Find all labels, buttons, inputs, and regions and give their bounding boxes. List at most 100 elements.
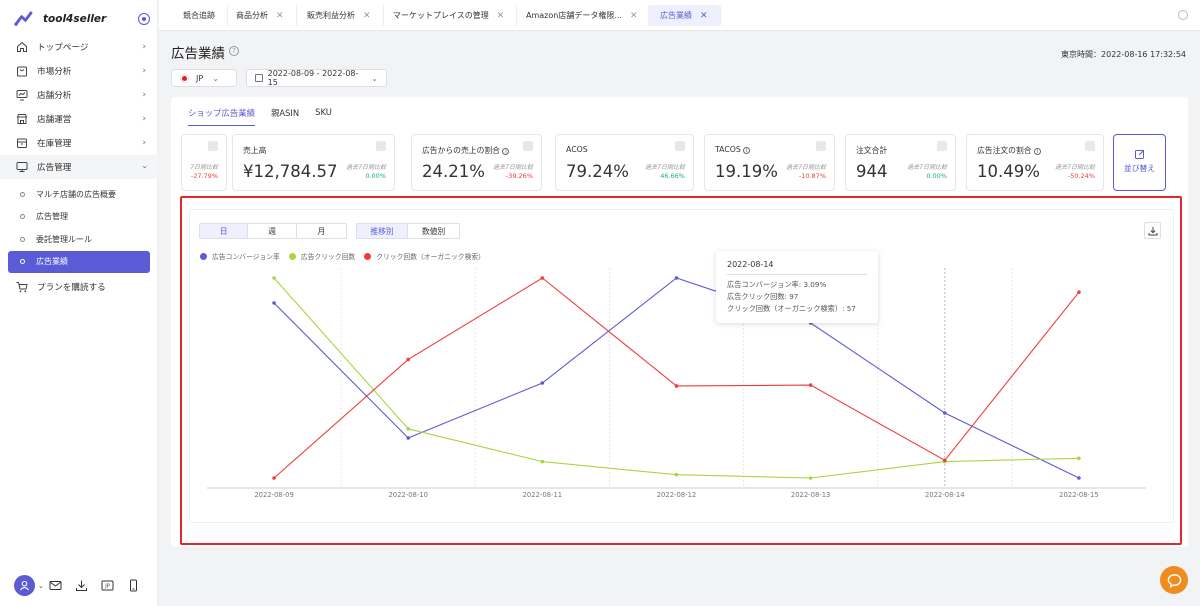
checkbox[interactable] [208, 141, 218, 151]
tab-label: 広告業績 [660, 11, 692, 20]
close-icon[interactable]: ✕ [630, 11, 638, 21]
jp-icon[interactable]: JP [101, 579, 114, 592]
tab-competitor[interactable]: 競合追跡 [171, 5, 228, 26]
chevron-right-icon: › [142, 66, 146, 76]
tab-sales-profit[interactable]: 販売利益分析 ✕ [295, 5, 384, 26]
sidebar-subitem-label: マルチ店舗の広告概要 [36, 189, 116, 199]
tab-label: 競合追跡 [183, 11, 215, 20]
avatar[interactable] [14, 575, 35, 596]
line-chart: 2022-08-09 2022-08-10 2022-08-11 2022-08-12… [207, 268, 1146, 499]
tab-shop[interactable]: ショップ広告業績 [188, 107, 255, 126]
tab-bar: 競合追跡 商品分析 ✕ 販売利益分析 ✕ マーケットプレイスの管理 ✕ Amazon店… [159, 0, 1200, 31]
sidebar-item-inventory[interactable]: 在庫管理 › [0, 131, 158, 155]
tab-product-analysis[interactable]: 商品分析 ✕ [224, 5, 297, 26]
sidebar-item-store-ops[interactable]: 店舗運営 › [0, 107, 158, 131]
date-range-picker[interactable]: 2022-08-09 - 2022-08-15 ⌄ [246, 69, 387, 87]
tab-label: マーケットプレイスの管理 [393, 11, 489, 20]
marketplace-select[interactable]: JP ⌄ [171, 69, 237, 87]
sidebar-subitem-rules[interactable]: 委託管理ルール [0, 228, 158, 251]
data-point [942, 458, 947, 463]
sidebar-item-label: 広告管理 [37, 163, 72, 173]
kpi-label: 広告からの売上の割合 i [422, 145, 510, 156]
chevron-down-icon[interactable]: ⌄ [38, 582, 44, 590]
series-line [273, 277, 1080, 479]
mobile-icon[interactable] [127, 579, 140, 592]
checkbox[interactable] [675, 141, 685, 151]
data-point [808, 383, 813, 387]
tab-marketplace[interactable]: マーケットプレイスの管理 ✕ [381, 5, 518, 26]
logo-icon [14, 11, 33, 26]
kpi-compare-label: 過去7日間比較 [907, 164, 947, 171]
data-point [942, 411, 947, 415]
chevron-right-icon: › [142, 114, 146, 124]
tab-ad-performance[interactable]: 広告業績 ✕ [648, 5, 721, 26]
mail-icon[interactable] [49, 579, 62, 592]
kpi-compare-value: -50.24% [1067, 172, 1095, 180]
kpi-card-ad-sales-ratio[interactable]: 広告からの売上の割合 i 24.21% 過去7日間比較 -39.26% [411, 134, 542, 191]
data-point [272, 476, 276, 480]
info-icon[interactable]: i [1034, 147, 1042, 155]
chevron-down-icon: › [139, 165, 150, 169]
logo[interactable]: tool4seller [14, 11, 106, 26]
sidebar-item-ads[interactable]: 広告管理 › [0, 155, 158, 179]
sidebar-item-label: 店舗分析 [37, 91, 72, 101]
sidebar: tool4seller トップページ › 市場分析 › 店舗分析 › 店舗運営 … [0, 0, 158, 606]
kpi-card-sales[interactable]: 売上高 ¥12,784.57 過去7日間比較 0.00% [232, 134, 395, 191]
bag-icon [16, 65, 28, 77]
close-icon[interactable]: ✕ [497, 11, 505, 21]
close-icon[interactable]: ✕ [363, 11, 371, 21]
kpi-card-total-orders[interactable]: 注文合計 944 過去7日間比較 0.00% [845, 134, 956, 191]
kpi-label: ACOS [566, 145, 588, 154]
download-icon[interactable] [75, 579, 88, 592]
kpi-value: ¥12,784.57 [243, 162, 338, 181]
page-title: 広告業績 [171, 46, 225, 62]
chart-card: 日 週 月 推移別 数値別 広告コンバージョン率 広告クリック回数 クリック回数… [189, 209, 1174, 523]
close-icon[interactable]: ✕ [700, 11, 708, 21]
checkbox[interactable] [1085, 141, 1095, 151]
kpi-value: 79.24% [566, 162, 629, 181]
kpi-compare-value: -27.79% [190, 172, 218, 180]
tab-amazon-permission[interactable]: Amazon店舗データ権限... ✕ [514, 5, 651, 26]
kpi-compare-value: 0.00% [926, 172, 947, 180]
checkbox[interactable] [816, 141, 826, 151]
sidebar-toggle-icon[interactable] [138, 13, 150, 25]
sidebar-subitem-ad-performance[interactable]: 広告業績 [8, 250, 150, 273]
sidebar-item-store-analysis[interactable]: 店舗分析 › [0, 83, 158, 107]
close-icon[interactable]: ✕ [276, 11, 284, 21]
sidebar-item-market[interactable]: 市場分析 › [0, 59, 158, 83]
sidebar-subitem-multi-store[interactable]: マルチ店舗の広告概要 [0, 183, 158, 206]
tab-parent-asin[interactable]: 親ASIN [271, 107, 299, 126]
kpi-card-ad-order-ratio[interactable]: 広告注文の割合 i 10.49% 過去7日間比較 -50.24% [966, 134, 1104, 191]
kpi-card-acos[interactable]: ACOS 79.24% 過去7日間比較 46.66% [555, 134, 694, 191]
circle-icon [20, 214, 25, 220]
series-line [273, 277, 1079, 479]
sidebar-footer: ⌄ JP [14, 575, 140, 596]
sidebar-subitem-label: 委託管理ルール [36, 234, 92, 244]
checkbox[interactable] [523, 141, 533, 151]
kpi-label: 注文合計 [856, 146, 888, 155]
kpi-card-tacos[interactable]: TACOS i 19.19% 過去7日間比較 -10.87% [704, 134, 835, 191]
tab-sku[interactable]: SKU [315, 107, 332, 126]
date-range-value: 2022-08-09 - 2022-08-15 [267, 69, 359, 87]
info-icon[interactable]: ? [229, 46, 239, 56]
home-icon [16, 41, 28, 53]
checkbox[interactable] [937, 141, 947, 151]
kpi-compare-label: 過去7日間比較 [346, 164, 386, 171]
sidebar-item-label: トップページ [37, 43, 89, 53]
tab-label: Amazon店舗データ権限... [526, 11, 622, 20]
data-point [674, 472, 679, 477]
sidebar-item-label: 店舗運営 [37, 115, 72, 125]
sidebar-subitem-label: 広告業績 [36, 257, 68, 266]
sort-button[interactable]: 並び替え [1113, 134, 1166, 191]
chat-button[interactable] [1160, 566, 1188, 594]
clock-icon[interactable] [1178, 10, 1188, 20]
sort-button-label: 並び替え [1123, 164, 1156, 173]
sidebar-item-top[interactable]: トップページ › [0, 35, 158, 59]
info-icon[interactable]: i [743, 146, 751, 154]
checkbox[interactable] [376, 141, 386, 151]
sidebar-subitem-ad-management[interactable]: 広告管理 [0, 206, 158, 229]
info-icon[interactable]: i [502, 147, 510, 155]
sidebar-item-plan[interactable]: プランを購読する [0, 275, 158, 299]
kpi-value: 19.19% [715, 162, 778, 181]
kpi-card-partial[interactable]: 7日間比較 -27.79% [181, 134, 227, 191]
